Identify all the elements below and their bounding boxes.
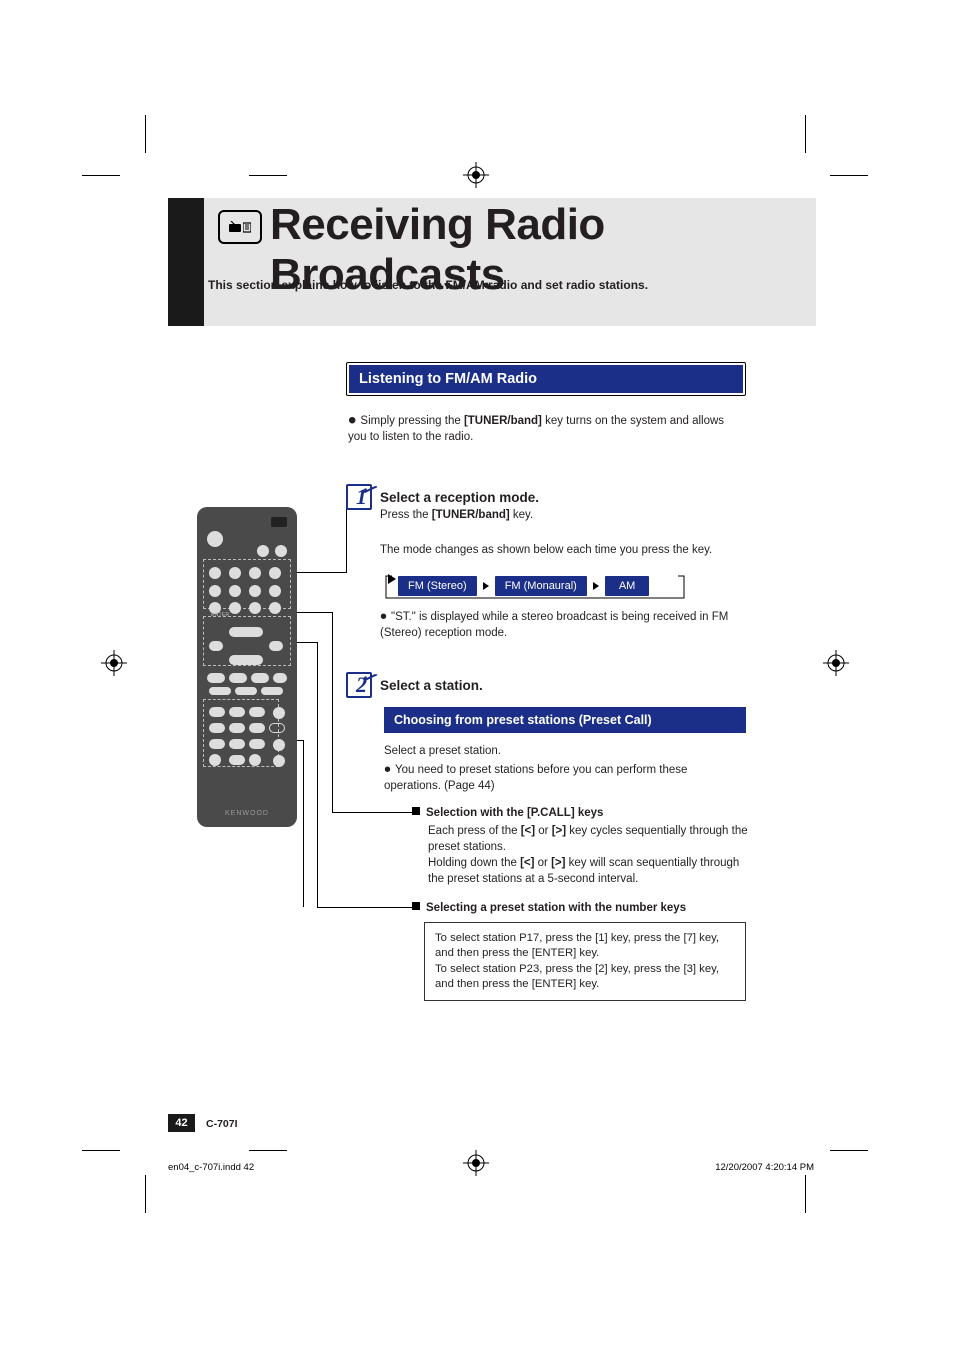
- callout-line: [332, 812, 412, 813]
- mode-fm-mono: FM (Monaural): [495, 576, 587, 596]
- crop-mark: [249, 175, 287, 176]
- callout-line: [317, 642, 318, 907]
- preset-call-subheading: Choosing from preset stations (Preset Ca…: [384, 707, 746, 733]
- registration-mark-icon: [463, 1150, 489, 1176]
- mode-row: FM (Stereo) FM (Monaural) AM: [398, 576, 649, 596]
- need-preset-note: •You need to preset stations before you …: [384, 763, 744, 794]
- step1-title: Select a reception mode.: [380, 490, 539, 505]
- header-accent-bar: [168, 198, 204, 326]
- callout-line: [297, 612, 332, 613]
- callout-line: [303, 740, 304, 907]
- square-bullet-icon: [412, 902, 420, 910]
- select-preset-text: Select a preset station.: [384, 744, 501, 760]
- footer-date: 12/20/2007 4:20:14 PM: [715, 1162, 814, 1173]
- step-number-2: 2✓: [346, 672, 372, 698]
- callout-line: [332, 612, 333, 812]
- crop-mark: [82, 1150, 120, 1151]
- remote-brand: KENWOOD: [197, 810, 297, 817]
- crop-mark: [145, 115, 146, 153]
- crop-mark: [145, 1175, 146, 1213]
- remote-control-illustration: ENTER KENWOOD: [197, 507, 297, 827]
- crop-mark: [249, 1150, 287, 1151]
- footer-model: C-707I: [206, 1118, 238, 1130]
- mode-am: AM: [605, 576, 650, 596]
- arrow-right-icon: [483, 582, 489, 590]
- page-number: 42: [168, 1114, 195, 1132]
- footer-slug: en04_c-707i.indd 42: [168, 1162, 254, 1173]
- crop-mark: [830, 175, 868, 176]
- section-title-bar: Listening to FM/AM Radio: [346, 362, 746, 396]
- callout-line: [297, 572, 347, 573]
- step-number-1: 1✓: [346, 484, 372, 510]
- registration-mark-icon: [463, 162, 489, 188]
- registration-mark-icon: [823, 650, 849, 676]
- crop-mark: [805, 1175, 806, 1213]
- section-title: Listening to FM/AM Radio: [349, 365, 743, 393]
- numkeys-heading: Selecting a preset station with the numb…: [412, 901, 686, 917]
- numkeys-example-box: To select station P17, press the [1] key…: [424, 922, 746, 1001]
- step1-press: Press the [TUNER/band] key.: [380, 508, 533, 524]
- mode-fm-stereo: FM (Stereo): [398, 576, 477, 596]
- pcall-heading: Selection with the [P.CALL] keys: [412, 806, 603, 822]
- arrow-right-icon: [593, 582, 599, 590]
- callout-line: [297, 642, 317, 643]
- registration-mark-icon: [101, 650, 127, 676]
- crop-mark: [805, 115, 806, 153]
- crop-mark: [82, 175, 120, 176]
- chapter-subtitle: This section explains how to listen to t…: [208, 278, 648, 292]
- step1-note: •"ST." is displayed while a stereo broad…: [380, 610, 740, 641]
- section-intro: •Simply pressing the [TUNER/band] key tu…: [348, 414, 744, 445]
- chapter-header: Receiving Radio Broadcasts This section …: [168, 198, 816, 326]
- callout-line: [317, 907, 412, 908]
- radio-chapter-icon: [218, 210, 262, 244]
- pcall-text-2: Holding down the [<] or [>] key will sca…: [428, 856, 748, 887]
- square-bullet-icon: [412, 807, 420, 815]
- step1-changes: The mode changes as shown below each tim…: [380, 543, 712, 559]
- crop-mark: [830, 1150, 868, 1151]
- step2-title: Select a station.: [380, 678, 483, 693]
- pcall-text-1: Each press of the [<] or [>] key cycles …: [428, 824, 748, 855]
